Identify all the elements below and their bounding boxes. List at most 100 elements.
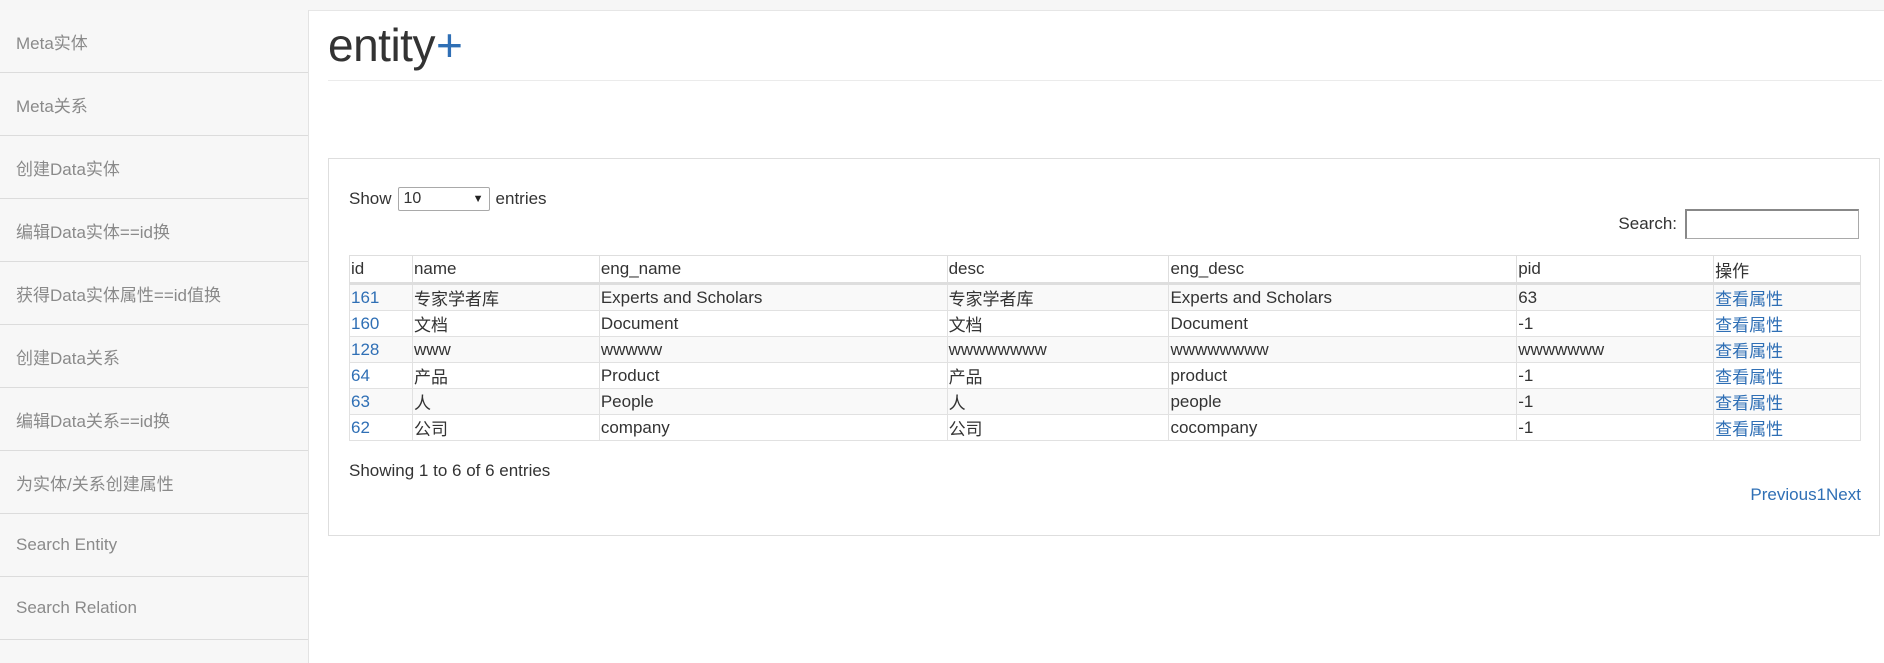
cell-action: 查看属性	[1713, 310, 1861, 337]
page-title: entity+	[328, 18, 463, 72]
sidebar-item-meta-entity[interactable]: Meta实体	[0, 10, 308, 73]
sidebar-item-label: 为实体/关系创建属性	[16, 474, 174, 494]
search-control: Search:	[1618, 209, 1859, 239]
cell-pid: -1	[1516, 310, 1715, 337]
cell-desc: 公司	[946, 414, 1170, 441]
cell-eng-desc: cocompany	[1168, 414, 1518, 441]
view-attributes-link[interactable]: 查看属性	[1715, 394, 1783, 413]
add-entity-button[interactable]: +	[436, 19, 463, 71]
page-number-button[interactable]: 1	[1817, 485, 1826, 505]
cell-action: 查看属性	[1713, 283, 1861, 311]
entity-id-link[interactable]: 128	[351, 340, 379, 359]
cell-name: 专家学者库	[411, 283, 600, 311]
cell-pid: -1	[1516, 414, 1715, 441]
sidebar-item-label: 编辑Data实体==id换	[16, 222, 170, 242]
entity-id-link[interactable]: 62	[351, 418, 370, 437]
cell-eng-desc: product	[1168, 362, 1518, 389]
cell-desc: wwwwwwww	[946, 336, 1170, 363]
sidebar-item-edit-data-entity[interactable]: 编辑Data实体==id换	[0, 199, 308, 262]
cell-name: 产品	[411, 362, 600, 389]
sidebar-item-search-relation[interactable]: Search Relation	[0, 577, 308, 640]
column-header-desc[interactable]: desc	[946, 255, 1170, 285]
page-title-text: entity	[328, 19, 435, 71]
column-header-eng-name[interactable]: eng_name	[598, 255, 948, 285]
sidebar-item-create-data-relation[interactable]: 创建Data关系	[0, 325, 308, 388]
cell-action: 查看属性	[1713, 336, 1861, 363]
entity-id-link[interactable]: 161	[351, 288, 379, 307]
cell-eng-name: Product	[598, 362, 948, 389]
cell-id: 161	[349, 283, 413, 311]
cell-id: 128	[349, 336, 413, 363]
cell-id: 62	[349, 414, 413, 441]
table-row: 128 www wwwww wwwwwwww wwwwwwww wwwwwww …	[349, 336, 1861, 363]
cell-eng-desc: Experts and Scholars	[1168, 283, 1518, 311]
column-header-pid[interactable]: pid	[1516, 255, 1715, 285]
sidebar-item-create-attribute[interactable]: 为实体/关系创建属性	[0, 451, 308, 514]
entity-table: id name eng_name desc eng_desc pid 操作 16…	[349, 255, 1861, 441]
sidebar-item-search-entity[interactable]: Search Entity	[0, 514, 308, 577]
cell-eng-desc: wwwwwwww	[1168, 336, 1518, 363]
table-header-row: id name eng_name desc eng_desc pid 操作	[349, 255, 1861, 285]
page-size-control: Show 10 ▼ entries	[349, 187, 547, 211]
cell-action: 查看属性	[1713, 388, 1861, 415]
entity-id-link[interactable]: 160	[351, 314, 379, 333]
chevron-down-icon: ▼	[472, 193, 484, 205]
cell-name: 人	[411, 388, 600, 415]
column-header-id[interactable]: id	[349, 255, 413, 285]
page-size-select[interactable]: 10 ▼	[397, 187, 490, 211]
sidebar: Meta实体 Meta关系 创建Data实体 编辑Data实体==id换 获得D…	[0, 10, 309, 663]
pagination: Previous 1 Next	[1750, 485, 1861, 505]
cell-id: 160	[349, 310, 413, 337]
cell-pid: -1	[1516, 362, 1715, 389]
entity-id-link[interactable]: 64	[351, 366, 370, 385]
cell-eng-name: wwwww	[598, 336, 948, 363]
cell-desc: 专家学者库	[946, 283, 1170, 311]
sidebar-item-label: Meta实体	[16, 33, 88, 53]
cell-id: 64	[349, 362, 413, 389]
table-row: 63 人 People 人 people -1 查看属性	[349, 388, 1861, 415]
search-input[interactable]	[1685, 209, 1859, 239]
view-attributes-link[interactable]: 查看属性	[1715, 316, 1783, 335]
cell-action: 查看属性	[1713, 362, 1861, 389]
cell-eng-desc: Document	[1168, 310, 1518, 337]
cell-eng-name: People	[598, 388, 948, 415]
sidebar-item-edit-data-relation[interactable]: 编辑Data关系==id换	[0, 388, 308, 451]
main-content: entity+ Show 10 ▼ entries Search: id nam…	[328, 10, 1882, 663]
entries-label: entries	[495, 189, 547, 208]
sidebar-item-create-data-entity[interactable]: 创建Data实体	[0, 136, 308, 199]
sidebar-item-label: 获得Data实体属性==id值换	[16, 285, 221, 305]
cell-name: 文档	[411, 310, 600, 337]
sidebar-item-label: Search Entity	[16, 535, 118, 554]
entity-id-link[interactable]: 63	[351, 392, 370, 411]
sidebar-item-meta-relation[interactable]: Meta关系	[0, 73, 308, 136]
table-row: 160 文档 Document 文档 Document -1 查看属性	[349, 310, 1861, 337]
cell-desc: 人	[946, 388, 1170, 415]
column-header-name[interactable]: name	[411, 255, 600, 285]
page-size-value: 10	[403, 190, 422, 207]
cell-desc: 文档	[946, 310, 1170, 337]
next-page-button[interactable]: Next	[1826, 485, 1861, 505]
show-label: Show	[349, 189, 392, 208]
table-row: 62 公司 company 公司 cocompany -1 查看属性	[349, 414, 1861, 441]
cell-eng-name: Document	[598, 310, 948, 337]
view-attributes-link[interactable]: 查看属性	[1715, 342, 1783, 361]
cell-action: 查看属性	[1713, 414, 1861, 441]
previous-page-button[interactable]: Previous	[1750, 485, 1816, 505]
column-header-action[interactable]: 操作	[1713, 255, 1861, 285]
cell-pid: wwwwwww	[1516, 336, 1715, 363]
view-attributes-link[interactable]: 查看属性	[1715, 420, 1783, 439]
sidebar-item-label: Meta关系	[16, 96, 88, 116]
column-header-eng-desc[interactable]: eng_desc	[1168, 255, 1518, 285]
sidebar-item-label: 创建Data关系	[16, 348, 120, 368]
cell-name: 公司	[411, 414, 600, 441]
view-attributes-link[interactable]: 查看属性	[1715, 290, 1783, 309]
cell-eng-desc: people	[1168, 388, 1518, 415]
cell-pid: -1	[1516, 388, 1715, 415]
table-row: 161 专家学者库 Experts and Scholars 专家学者库 Exp…	[349, 283, 1861, 311]
view-attributes-link[interactable]: 查看属性	[1715, 368, 1783, 387]
cell-eng-name: Experts and Scholars	[598, 283, 948, 311]
cell-eng-name: company	[598, 414, 948, 441]
table-info: Showing 1 to 6 of 6 entries	[349, 461, 551, 480]
sidebar-item-get-entity-attributes[interactable]: 获得Data实体属性==id值换	[0, 262, 308, 325]
sidebar-item-label: 创建Data实体	[16, 159, 120, 179]
